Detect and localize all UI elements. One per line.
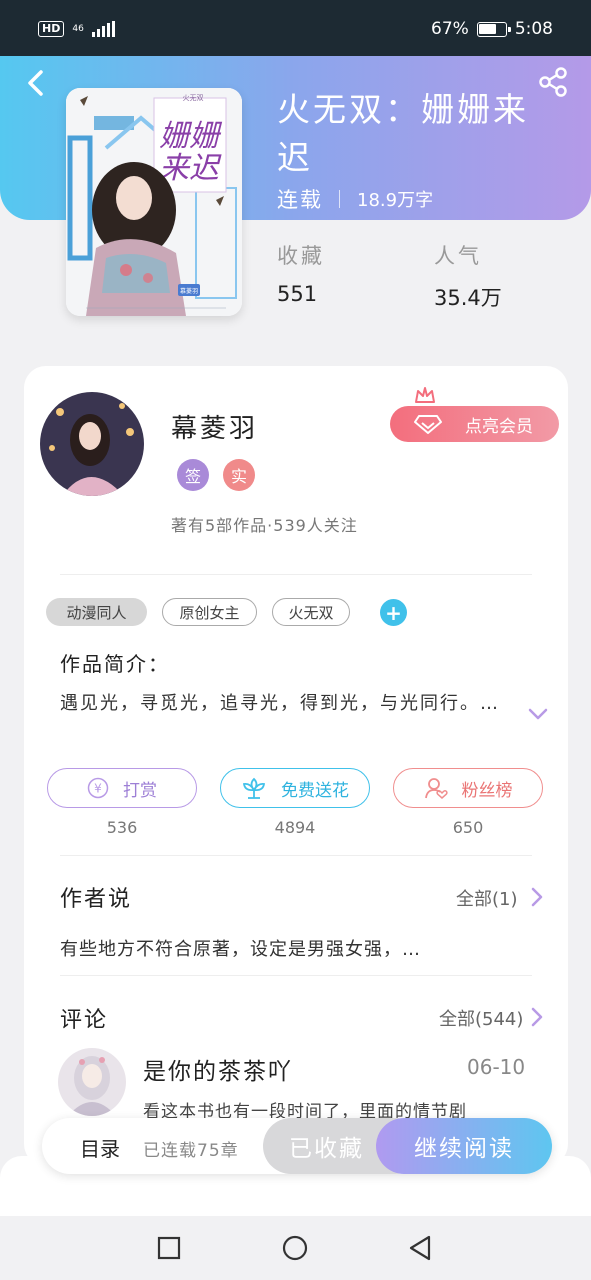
hd-indicator: HD xyxy=(38,21,65,37)
popularity-label: 人气 xyxy=(434,244,482,268)
flower-label: 免费送花 xyxy=(281,780,349,801)
comments-all-link[interactable]: 全部(544) xyxy=(439,1005,523,1031)
chapter-count[interactable]: 已连载75章 xyxy=(143,1136,239,1161)
chevron-down-icon[interactable] xyxy=(527,706,549,722)
fans-ranking-button[interactable]: 粉丝榜 xyxy=(393,768,543,808)
book-meta: 连载 18.9万字 xyxy=(277,184,433,214)
book-title: 火无双：姗姗来迟 xyxy=(277,90,529,177)
fans-icon xyxy=(424,778,448,799)
intro-text: 遇见光，寻觅光，追寻光，得到光，与光同行。… xyxy=(60,693,500,714)
flower-icon xyxy=(242,777,266,799)
divider-actions xyxy=(60,855,532,856)
comment-date: 06-10 xyxy=(467,1055,526,1079)
flower-count: 4894 xyxy=(274,818,316,837)
comment-avatar[interactable] xyxy=(58,1048,126,1116)
continue-reading-button[interactable]: 继续阅读 xyxy=(376,1118,552,1174)
signed-badge: 签 xyxy=(177,459,209,491)
author-says-all-link[interactable]: 全部(1) xyxy=(456,885,518,911)
fans-count: 650 xyxy=(452,818,484,837)
flower-button[interactable]: 免费送花 xyxy=(220,768,370,808)
verified-badge: 实 xyxy=(223,459,255,491)
tip-count: 536 xyxy=(106,818,138,837)
network-indicator: 46 xyxy=(72,23,84,34)
yen-icon: ¥ xyxy=(87,777,109,799)
word-count: 18.9万字 xyxy=(357,190,434,211)
vip-label: 点亮会员 xyxy=(465,416,533,437)
diamond-icon xyxy=(414,415,442,434)
comments-title: 评论 xyxy=(60,1008,109,1033)
add-tag-button[interactable]: + xyxy=(380,599,407,626)
back-icon[interactable] xyxy=(22,66,50,100)
plus-icon: + xyxy=(385,600,402,625)
favorites-value: 551 xyxy=(277,282,318,306)
author-says-text[interactable]: 有些地方不符合原著，设定是男强女强，… xyxy=(60,935,421,961)
author-says-title: 作者说 xyxy=(60,887,133,912)
toc-button[interactable]: 目录 xyxy=(80,1133,120,1162)
tag-item[interactable]: 原创女主 xyxy=(162,598,257,626)
author-stats: 著有5部作品·539人关注 xyxy=(171,516,358,535)
serial-status: 连载 xyxy=(277,188,323,212)
chevron-right-icon[interactable] xyxy=(530,1006,544,1028)
continue-reading-label: 继续阅读 xyxy=(414,1136,514,1162)
triangle-back-icon[interactable] xyxy=(407,1234,435,1262)
divider-author xyxy=(60,574,532,575)
fans-label: 粉丝榜 xyxy=(461,780,513,801)
comment-username[interactable]: 是你的茶茶吖 xyxy=(143,1052,293,1086)
favorited-label: 已收藏 xyxy=(289,1136,364,1162)
svg-text:¥: ¥ xyxy=(94,782,102,796)
status-left: HD 46 xyxy=(38,21,115,37)
popularity-value: 35.4万 xyxy=(434,286,502,310)
author-name[interactable]: 幕菱羽 xyxy=(171,408,258,445)
divider-author-says xyxy=(60,975,532,976)
status-bar: HD 46 67% 5:08 xyxy=(0,0,591,58)
crown-icon xyxy=(415,387,435,403)
author-avatar[interactable] xyxy=(40,392,144,496)
tag-item[interactable]: 动漫同人 xyxy=(46,598,147,626)
intro-label: 作品简介： xyxy=(60,652,170,676)
tip-button[interactable]: ¥ 打赏 xyxy=(47,768,197,808)
book-cover[interactable]: 火无双 姗姗 来迟 慕菱羽 xyxy=(66,88,242,316)
meta-divider xyxy=(339,190,340,208)
cover-series: 火无双 xyxy=(183,94,204,102)
chevron-right-icon[interactable] xyxy=(530,886,544,908)
circle-icon[interactable] xyxy=(281,1234,309,1262)
clock: 5:08 xyxy=(514,19,553,39)
cover-illustration: 火无双 姗姗 来迟 慕菱羽 xyxy=(66,88,242,316)
cover-title-line2: 来迟 xyxy=(159,151,222,186)
battery-icon xyxy=(476,21,511,37)
vip-button[interactable]: 点亮会员 xyxy=(390,406,559,442)
square-icon[interactable] xyxy=(155,1234,183,1262)
tip-label: 打赏 xyxy=(123,780,157,801)
signal-icon xyxy=(91,21,115,37)
tag-item[interactable]: 火无双 xyxy=(272,598,350,626)
cover-title-line1: 姗姗 xyxy=(159,119,223,154)
cover-author: 慕菱羽 xyxy=(180,287,198,295)
battery-percent: 67% xyxy=(431,19,469,39)
favorites-label: 收藏 xyxy=(277,244,325,268)
status-right: 67% 5:08 xyxy=(431,19,553,39)
